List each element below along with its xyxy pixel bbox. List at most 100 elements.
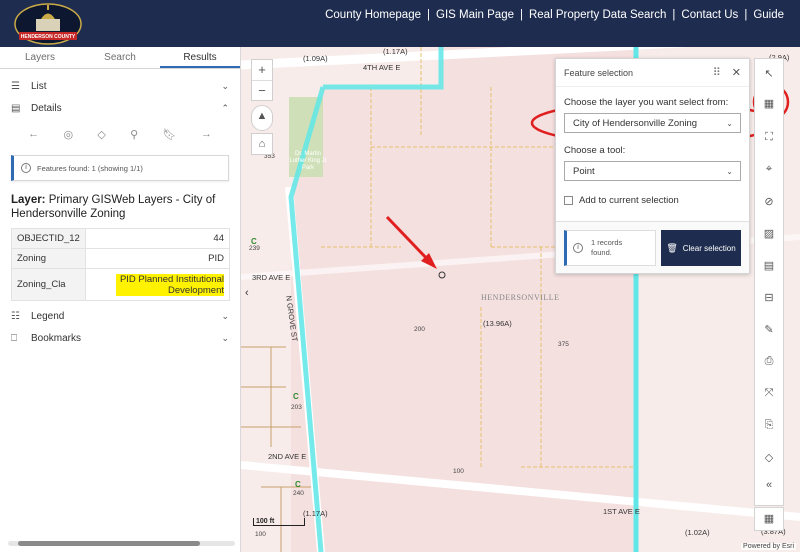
chevron-down-icon: ⌄ <box>726 166 733 176</box>
scale-label: 100 ft <box>253 518 305 526</box>
feature-selection-title: Feature selection <box>564 67 634 78</box>
nav-separator: | <box>427 9 430 21</box>
layer-prompt: Choose the layer you want select from: <box>564 97 729 108</box>
features-found-text: Features found: 1 (showing 1/1) <box>37 163 143 173</box>
layer-title-prefix: Layer: <box>11 194 46 206</box>
legend-section-header[interactable]: ☷ Legend ⌄ <box>0 305 240 327</box>
details-section-header[interactable]: ▤ Details ⌃ <box>0 97 240 119</box>
layer-title: Layer: Primary GISWeb Layers - City of H… <box>11 193 229 221</box>
parcel-number: 203 <box>291 404 302 411</box>
layer-select-value: City of Hendersonville Zoning <box>573 117 698 129</box>
acreage-label: (1.09A) <box>303 54 328 63</box>
print-icon[interactable]: ⎙ <box>755 355 783 368</box>
fullscreen-icon[interactable]: ⛶ <box>755 131 783 144</box>
extent-icon[interactable]: ⤧ <box>755 387 783 400</box>
park-label: Dr. Martin Luther King Jr Park <box>289 151 327 171</box>
tab-results[interactable]: Results <box>160 47 240 68</box>
highlighted-zoning-class: PID Planned Institutional Development <box>116 273 224 296</box>
compass-icon[interactable]: ⊘ <box>755 195 783 208</box>
real-property-search-link[interactable]: Real Property Data Search <box>529 9 666 21</box>
top-nav: County Homepage | GIS Main Page | Real P… <box>325 9 784 21</box>
tab-layers[interactable]: Layers <box>0 47 80 68</box>
street-label: 4TH AVE E <box>363 63 401 72</box>
search-icon[interactable]: ⚲ <box>130 128 138 141</box>
chevron-down-icon: ⌄ <box>221 332 229 343</box>
layer-select[interactable]: City of Hendersonville Zoning ⌄ <box>564 113 741 133</box>
bookmarks-label: Bookmarks <box>31 332 82 344</box>
tab-search[interactable]: Search <box>80 47 160 68</box>
attr-key: Zoning <box>11 248 86 269</box>
basemap-icon[interactable]: ▤ <box>755 259 783 272</box>
street-label: 3RD AVE E <box>252 273 291 282</box>
attr-key: OBJECTID_12 <box>11 228 86 249</box>
table-row: Zoning PID <box>11 248 231 269</box>
details-toolbar: ← ◎ ◇ ⚲ 🔖︎ → <box>0 119 240 149</box>
contact-us-link[interactable]: Contact Us <box>681 9 738 21</box>
guide-link[interactable]: Guide <box>753 9 784 21</box>
compass-button[interactable]: ▲ <box>251 105 273 131</box>
zoning-code: C <box>293 392 299 401</box>
gis-main-page-link[interactable]: GIS Main Page <box>436 9 514 21</box>
cursor-icon[interactable]: ↖ <box>755 67 783 80</box>
feature-selection-header: Feature selection ⠿ ✕ <box>556 59 749 87</box>
next-arrow-icon[interactable]: → <box>201 128 212 140</box>
collapse-panel-icon[interactable]: ‹ <box>245 287 249 299</box>
table-row: OBJECTID_12 44 <box>11 228 231 249</box>
info-icon: i <box>573 243 583 253</box>
add-to-current-label: Add to current selection <box>579 195 679 206</box>
list-section-header[interactable]: ☰ List ⌄ <box>0 75 240 97</box>
eraser-icon[interactable]: ◇ <box>97 128 105 141</box>
drag-handle-icon[interactable]: ⠿ <box>713 66 721 79</box>
zoom-to-icon[interactable]: ◎ <box>63 128 73 141</box>
parcel-number: 100 <box>453 468 464 475</box>
add-to-current-checkbox[interactable] <box>564 196 573 205</box>
select-features-icon[interactable]: ▦ <box>755 97 783 110</box>
export-icon[interactable]: ⎘ <box>755 419 783 432</box>
measure-icon[interactable]: ⊟ <box>755 291 783 304</box>
scale-bar: 100 ft <box>253 518 305 526</box>
chevron-down-icon: ⌄ <box>221 310 229 321</box>
street-label: 1ST AVE E <box>603 507 640 516</box>
bookmarks-section-header[interactable]: ⎕ Bookmarks ⌄ <box>0 327 240 349</box>
horizontal-scrollbar[interactable] <box>8 541 235 546</box>
tool-select[interactable]: Point ⌄ <box>564 161 741 181</box>
nav-separator: | <box>519 9 523 21</box>
legend-label: Legend <box>31 310 65 322</box>
parcel-number: 200 <box>414 326 425 333</box>
draw-icon[interactable]: ✎ <box>755 323 783 336</box>
svg-text:HENDERSON COUNTY: HENDERSON COUNTY <box>21 34 76 40</box>
attr-value-highlighted: PID Planned Institutional Development <box>84 268 231 301</box>
eraser-icon[interactable]: ◇ <box>755 451 783 464</box>
collapse-toolbar-icon[interactable]: « <box>755 479 783 491</box>
esri-attribution: Powered by Esri <box>741 543 796 550</box>
attr-key: Zoning_Cla <box>11 268 86 301</box>
legend-icon: ☷ <box>11 310 20 322</box>
table-row: Zoning_Cla PID Planned Institutional Dev… <box>11 268 231 301</box>
details-icon: ▤ <box>11 102 21 114</box>
records-found-text: 1 records found. <box>591 238 623 257</box>
henderson-county-logo[interactable]: HENDERSON COUNTY <box>14 3 82 45</box>
map-view[interactable]: 4TH AVE E 3RD AVE E N GROVE ST 2ND AVE E… <box>241 47 800 552</box>
attribute-table: OBJECTID_12 44 Zoning PID Zoning_Cla PID… <box>11 228 231 301</box>
previous-arrow-icon[interactable]: ← <box>28 128 39 140</box>
chevron-down-icon: ⌄ <box>221 80 229 91</box>
home-button[interactable]: ⌂ <box>251 133 273 155</box>
zoom-control: + − <box>251 59 273 101</box>
tool-prompt: Choose a tool: <box>564 145 626 156</box>
location-pin-icon[interactable]: ⌖ <box>755 163 783 176</box>
chevron-up-icon: ⌃ <box>221 102 229 113</box>
scrollbar-thumb[interactable] <box>18 541 200 546</box>
county-homepage-link[interactable]: County Homepage <box>325 9 421 21</box>
qr-code-icon[interactable]: ▦ <box>754 507 784 531</box>
image-icon[interactable]: ▨ <box>755 227 783 240</box>
list-icon: ☰ <box>11 80 20 92</box>
zoom-in-button[interactable]: + <box>252 60 272 80</box>
nav-separator: | <box>672 9 676 21</box>
attr-value: PID <box>84 248 231 269</box>
bookmark-icon[interactable]: 🔖︎ <box>163 128 177 141</box>
acreage-label: (1.17A) <box>303 509 328 518</box>
feature-selection-panel: Feature selection ⠿ ✕ Choose the layer y… <box>555 58 750 274</box>
zoom-out-button[interactable]: − <box>252 80 272 100</box>
close-icon[interactable]: ✕ <box>732 66 741 79</box>
clear-selection-button[interactable]: 🗑︎ Clear selection <box>661 230 741 266</box>
